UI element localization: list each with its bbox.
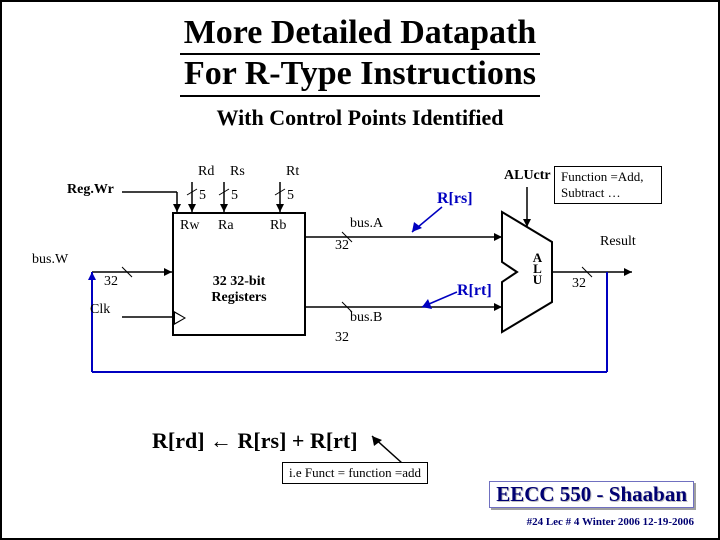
busa-label: bus.A xyxy=(350,216,383,232)
rrs-label: R[rs] xyxy=(437,190,473,208)
regwr-label: Reg.Wr xyxy=(67,182,114,198)
busa-32: 32 xyxy=(335,238,349,254)
five-rs: 5 xyxy=(231,188,238,204)
rw-label: Rw xyxy=(180,218,199,234)
equation: R[rd] ← R[rs] + R[rt] xyxy=(152,428,358,454)
datapath-diagram: Reg.Wr Rd Rs Rt 5 5 5 Rw Ra Rb 32 32-bit… xyxy=(62,172,662,432)
clock-triangle-icon xyxy=(174,311,186,325)
busw-label: bus.W xyxy=(32,252,68,268)
rd-label: Rd xyxy=(198,164,214,180)
aluctr-note: Function =Add, Subtract … xyxy=(554,166,662,204)
footer-info: #24 Lec # 4 Winter 2006 12-19-2006 xyxy=(527,516,694,528)
busb-label: bus.B xyxy=(350,310,382,326)
wiring xyxy=(62,172,662,432)
slide: More Detailed Datapath For R-Type Instru… xyxy=(0,0,720,540)
clk-label: Clk xyxy=(90,302,110,318)
aluctr-label: ALUctr xyxy=(504,168,551,184)
alu-label: ALU xyxy=(529,250,545,283)
register-file: Rw Ra Rb 32 32-bit Registers xyxy=(172,212,306,336)
rb-label: Rb xyxy=(270,218,286,234)
rs-label: Rs xyxy=(230,164,245,180)
result-label: Result xyxy=(600,234,636,250)
rrt-label: R[rt] xyxy=(457,282,492,300)
funct-note: i.e Funct = function =add xyxy=(282,462,428,484)
regfile-text: 32 32-bit Registers xyxy=(174,274,304,306)
footer-course: EECC 550 - Shaaban xyxy=(489,481,694,508)
five-rt: 5 xyxy=(287,188,294,204)
title-block: More Detailed Datapath For R-Type Instru… xyxy=(2,2,718,97)
result-32: 32 xyxy=(572,276,586,292)
subtitle: With Control Points Identified xyxy=(2,105,718,131)
title-line2: For R-Type Instructions xyxy=(180,55,540,96)
busb-32: 32 xyxy=(335,330,349,346)
rt-label: Rt xyxy=(286,164,299,180)
five-rd: 5 xyxy=(199,188,206,204)
busw-32: 32 xyxy=(104,274,118,290)
title-line1: More Detailed Datapath xyxy=(180,14,541,55)
ra-label: Ra xyxy=(218,218,234,234)
